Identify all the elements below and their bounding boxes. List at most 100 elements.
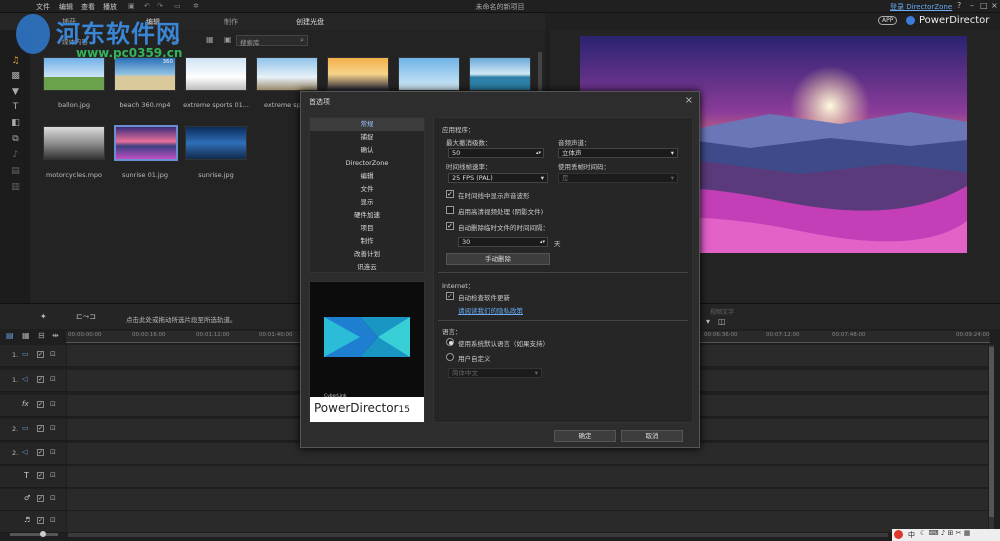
thumbnail-sunrise01[interactable] — [114, 125, 178, 161]
lock-icon[interactable]: ⊡ — [50, 516, 56, 524]
ime-tools-icon[interactable]: ☾ ⌨ ♪ ⊞ ✂ ▦ — [920, 529, 970, 537]
manual-delete-button[interactable]: 手动删除 — [446, 253, 550, 265]
lock-icon[interactable]: ⊡ — [50, 375, 56, 383]
nav-directorzone[interactable]: DirectorZone — [310, 157, 424, 170]
minimize-button[interactable]: – — [970, 1, 974, 10]
track-lane[interactable] — [67, 511, 988, 533]
tab-create-disc[interactable]: 创建光盘 — [296, 17, 324, 27]
track-header-title[interactable]: T ✓ ⊡ — [0, 466, 66, 488]
zoom-slider[interactable] — [10, 531, 58, 537]
track-enable-checkbox[interactable]: ✓ — [37, 472, 44, 479]
lock-icon[interactable]: ⊡ — [50, 448, 56, 456]
nav-confirm[interactable]: 确认 — [310, 144, 424, 157]
track-header-music[interactable]: ♬ ✓ ⊡ — [0, 511, 66, 533]
audio-channel-select[interactable]: 立体声 ▾ — [558, 148, 678, 158]
max-undo-input[interactable]: 50 ▴▾ — [448, 148, 544, 158]
nav-edit[interactable]: 编辑 — [310, 170, 424, 183]
zoom-icon[interactable]: ⊟ — [38, 331, 45, 340]
track-enable-checkbox[interactable]: ✓ — [37, 351, 44, 358]
drop-frame-select[interactable]: 是 ▾ — [558, 173, 678, 183]
track-lane[interactable] — [67, 466, 988, 488]
snapshot-icon[interactable]: ◫ — [718, 317, 726, 326]
fx-room-icon[interactable]: ▩ — [10, 71, 21, 82]
track-lane[interactable] — [67, 489, 988, 511]
waveform-checkbox[interactable]: ✓ — [446, 190, 454, 198]
system-language-radio[interactable] — [446, 338, 454, 346]
thumbnail-extreme5[interactable] — [469, 57, 531, 91]
thumbnail-sunrise[interactable] — [185, 126, 247, 160]
timeline-hscrollbar[interactable] — [68, 533, 888, 537]
voice-room-icon[interactable]: ♪ — [10, 150, 21, 161]
pip-room-icon[interactable]: ▼ — [10, 87, 21, 98]
nav-cyberlink-cloud[interactable]: 讯连云 — [310, 261, 424, 274]
ok-button[interactable]: 确定 — [554, 430, 616, 442]
nav-display[interactable]: 显示 — [310, 196, 424, 209]
dropdown-arrow-icon[interactable]: ▾ — [706, 317, 710, 326]
title-room-icon[interactable]: T — [10, 102, 21, 113]
lock-icon[interactable]: ⊡ — [50, 471, 56, 479]
storyboard-view-icon[interactable]: ▦ — [22, 331, 30, 340]
track-header-audio2[interactable]: 2. ◁ ✓ ⊡ — [0, 443, 66, 465]
auto-update-checkbox[interactable]: ✓ — [446, 292, 454, 300]
thumbnail-extreme3[interactable] — [327, 57, 389, 91]
track-enable-checkbox[interactable]: ✓ — [37, 425, 44, 432]
cancel-button[interactable]: 取消 — [621, 430, 683, 442]
nav-general[interactable]: 常规 — [310, 118, 424, 131]
lock-icon[interactable]: ⊡ — [50, 494, 56, 502]
hd-shadow-checkbox[interactable] — [446, 206, 454, 214]
nav-improvement-program[interactable]: 改善计划 — [310, 248, 424, 261]
search-icon[interactable]: ⌕ — [300, 36, 304, 45]
chapter-room-icon[interactable]: ▤ — [10, 166, 21, 177]
app-badge[interactable]: APP — [878, 16, 898, 25]
track-enable-checkbox[interactable]: ✓ — [37, 495, 44, 502]
signin-link[interactable]: 登录 DirectorZone — [890, 2, 952, 12]
track-header-fx[interactable]: fx ✓ ⊡ — [0, 395, 66, 417]
spin-icon[interactable]: ▴▾ — [540, 238, 545, 247]
nav-project[interactable]: 项目 — [310, 222, 424, 235]
audio-mix-room-icon[interactable]: ⧉ — [10, 134, 21, 145]
magic-tool-icon[interactable]: ✦ — [40, 312, 47, 321]
nav-produce[interactable]: 制作 — [310, 235, 424, 248]
track-header-audio1[interactable]: 1. ◁ ✓ ⊡ — [0, 370, 66, 392]
ime-language[interactable]: 中 — [908, 530, 915, 540]
maximize-button[interactable]: □ — [980, 1, 988, 10]
timeline-view-icon[interactable]: ▤ — [6, 331, 14, 340]
ime-logo-icon[interactable] — [894, 530, 903, 539]
preview-mode-dropdown[interactable]: 视频文字 — [710, 307, 734, 316]
nav-hardware-acceleration[interactable]: 硬件加速 — [310, 209, 424, 222]
custom-language-select[interactable]: 简体中文 ▾ — [448, 368, 542, 378]
track-header-video2[interactable]: 2. ▭ ✓ ⊡ — [0, 419, 66, 441]
timeline-vscrollbar[interactable] — [989, 345, 994, 531]
lock-icon[interactable]: ⊡ — [50, 400, 56, 408]
split-tool-icon[interactable]: ⊏⤳⊐ — [76, 312, 96, 322]
track-enable-checkbox[interactable]: ✓ — [37, 517, 44, 524]
track-enable-checkbox[interactable]: ✓ — [37, 449, 44, 456]
timeline-fps-select[interactable]: 25 FPS (PAL) ▾ — [448, 173, 548, 183]
auto-delete-checkbox[interactable]: ✓ — [446, 222, 454, 230]
thumbnail-icon[interactable]: ▣ — [224, 35, 232, 44]
subtitle-room-icon[interactable]: ▥ — [10, 182, 21, 193]
help-button[interactable]: ? — [957, 1, 961, 10]
lock-icon[interactable]: ⊡ — [50, 350, 56, 358]
fit-icon[interactable]: ⇹ — [52, 331, 59, 340]
lock-icon[interactable]: ⊡ — [50, 424, 56, 432]
spin-icon[interactable]: ▴▾ — [536, 149, 541, 158]
thumbnail-extreme2[interactable] — [256, 57, 318, 91]
nav-file[interactable]: 文件 — [310, 183, 424, 196]
watermark-title: 河东软件网 — [56, 20, 181, 48]
thumbnail-extreme4[interactable] — [398, 57, 460, 91]
search-input[interactable]: 搜索库 ⌕ — [236, 35, 308, 47]
track-header-voice[interactable]: ♂ ✓ ⊡ — [0, 489, 66, 511]
track-enable-checkbox[interactable]: ✓ — [37, 401, 44, 408]
dialog-close-button[interactable]: × — [685, 95, 693, 106]
nav-capture[interactable]: 捕捉 — [310, 131, 424, 144]
transition-room-icon[interactable]: ◧ — [10, 118, 21, 129]
auto-delete-days-input[interactable]: 30 ▴▾ — [458, 237, 548, 247]
privacy-policy-link[interactable]: 请阅读我们的隐私政策 — [458, 305, 523, 315]
track-header-video1[interactable]: 1. ▭ ✓ ⊡ — [0, 345, 66, 367]
close-button[interactable]: × — [991, 1, 998, 10]
thumbnail-motorcycles[interactable] — [43, 126, 105, 160]
custom-language-radio[interactable] — [446, 353, 454, 361]
tab-produce[interactable]: 制作 — [224, 17, 238, 27]
track-enable-checkbox[interactable]: ✓ — [37, 376, 44, 383]
